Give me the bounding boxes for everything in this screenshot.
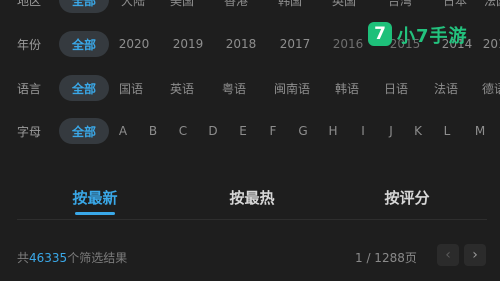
letter-option[interactable]: D (208, 124, 217, 138)
letter-option[interactable]: B (149, 124, 157, 138)
language-option[interactable]: 德语 (482, 80, 500, 97)
letter-option[interactable]: C (179, 124, 187, 138)
result-count: 共46335个筛选结果 (17, 249, 127, 266)
region-option[interactable]: 美国 (170, 0, 194, 9)
region-option[interactable]: 法国 (484, 0, 500, 9)
tab-hottest[interactable]: 按最热 (229, 187, 274, 208)
filter-label-language: 语言 (17, 81, 42, 96)
year-option[interactable]: 2018 (226, 37, 257, 51)
watermark-logo-badge: 7 (368, 22, 392, 46)
letter-option[interactable]: G (298, 124, 307, 138)
filter-row-letter: 字母 全部 A B C D E F G H I J K L M (0, 116, 500, 146)
letter-option[interactable]: H (328, 124, 337, 138)
region-option[interactable]: 日本 (443, 0, 467, 9)
result-prefix: 共 (17, 251, 30, 265)
language-all-chip[interactable]: 全部 (59, 75, 109, 101)
letter-all-chip[interactable]: 全部 (59, 118, 109, 144)
chevron-right-icon: › (472, 247, 478, 263)
year-option[interactable]: 2019 (173, 37, 204, 51)
language-option[interactable]: 粤语 (222, 80, 246, 97)
filter-row-language: 语言 全部 国语 英语 粤语 闽南语 韩语 日语 法语 德语 (0, 73, 500, 103)
letter-option[interactable]: K (414, 124, 422, 138)
year-option[interactable]: 2020 (119, 37, 150, 51)
next-page-button[interactable]: › (464, 244, 486, 266)
letter-option[interactable]: F (270, 124, 277, 138)
region-option[interactable]: 大陆 (121, 0, 145, 9)
filter-label-letter: 字母 (17, 124, 42, 139)
year-option[interactable]: 2016 (333, 37, 364, 51)
filter-row-region: 地区 全部 大陆 美国 香港 韩国 英国 台湾 日本 法国 (0, 0, 500, 15)
region-option[interactable]: 韩国 (278, 0, 302, 9)
tab-rating[interactable]: 按评分 (384, 187, 429, 208)
result-suffix: 个筛选结果 (67, 251, 128, 265)
region-option[interactable]: 英国 (332, 0, 356, 9)
language-option[interactable]: 法语 (434, 80, 458, 97)
result-number: 46335 (29, 251, 68, 265)
filter-label-year: 年份 (17, 37, 42, 52)
filter-label-region: 地区 (17, 0, 42, 8)
letter-option[interactable]: A (119, 124, 127, 138)
year-option[interactable]: 2013 (483, 37, 500, 51)
tab-newest[interactable]: 按最新 (72, 187, 117, 208)
prev-page-button[interactable]: ‹ (437, 244, 459, 266)
chevron-left-icon: ‹ (445, 247, 451, 263)
language-option[interactable]: 英语 (170, 80, 194, 97)
letter-option[interactable]: J (389, 124, 393, 138)
letter-option[interactable]: E (239, 124, 247, 138)
region-option[interactable]: 香港 (224, 0, 248, 9)
year-option[interactable]: 2017 (280, 37, 311, 51)
watermark-logo-text: 小7手游 (397, 26, 468, 47)
letter-option[interactable]: I (361, 124, 365, 138)
year-all-chip[interactable]: 全部 (59, 31, 109, 57)
letter-option[interactable]: M (475, 124, 485, 138)
region-option[interactable]: 台湾 (388, 0, 412, 9)
sort-tabs: 按最新 按最热 按评分 (0, 183, 500, 217)
language-option[interactable]: 国语 (119, 80, 143, 97)
divider (17, 219, 487, 220)
letter-option[interactable]: L (444, 124, 451, 138)
language-option[interactable]: 闽南语 (274, 80, 310, 97)
language-option[interactable]: 日语 (384, 80, 408, 97)
language-option[interactable]: 韩语 (335, 80, 359, 97)
region-all-chip[interactable]: 全部 (59, 0, 109, 13)
active-tab-indicator (75, 212, 115, 215)
page-indicator: 1 / 1288页 (355, 251, 417, 265)
